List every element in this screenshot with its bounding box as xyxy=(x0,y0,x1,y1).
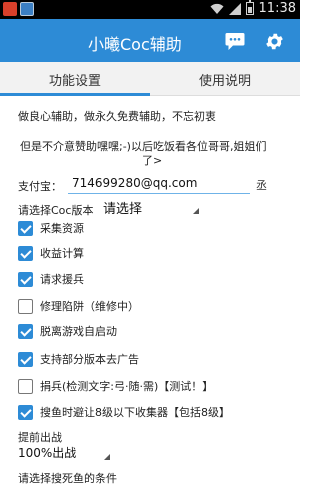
signal-icon xyxy=(228,2,241,15)
settings-panel: 做良心辅助，做永久免费辅助，不忘初衷 但是不介意赞助嘿嘿;-)以后吃饭看各位哥哥… xyxy=(0,96,300,499)
app-icon-blue xyxy=(20,2,34,16)
checkbox[interactable] xyxy=(18,245,33,261)
option-request-troops[interactable]: 请求援兵 xyxy=(18,267,84,291)
intro-line-3: 了> xyxy=(142,154,163,167)
checkbox[interactable] xyxy=(18,298,33,314)
action-bar: 小曦Coc辅助 xyxy=(0,19,300,62)
option-label: 采集资源 xyxy=(40,222,84,235)
checkbox[interactable] xyxy=(18,404,33,420)
option-label: 搜鱼时避让8级以下收集器【包括8级】 xyxy=(40,406,230,419)
checkbox[interactable] xyxy=(18,220,33,236)
option-collect-resources[interactable]: 采集资源 xyxy=(18,216,84,240)
tab-function-settings[interactable]: 功能设置 xyxy=(0,62,150,96)
early-exit-selected: 100%出战 xyxy=(18,446,77,460)
option-label: 请求援兵 xyxy=(40,273,84,286)
chat-button[interactable] xyxy=(220,26,250,56)
alipay-field[interactable] xyxy=(68,172,250,194)
alipay-label: 支付宝： xyxy=(18,180,62,193)
option-label: 修理陷阱（维修中） xyxy=(40,300,139,313)
settings-button[interactable] xyxy=(259,26,289,56)
dropdown-arrow-icon xyxy=(193,208,199,214)
app-title: 小曦Coc辅助 xyxy=(88,35,182,54)
gear-icon xyxy=(265,33,283,49)
tab-bar: 功能设置 使用说明 xyxy=(0,62,300,96)
condition-label: 请选择搜死鱼的条件 xyxy=(18,472,117,485)
intro-line-1: 做良心辅助，做永久免费辅助，不忘初衷 xyxy=(18,110,216,123)
option-label: 支持部分版本去广告 xyxy=(40,353,139,366)
checkbox[interactable] xyxy=(18,323,33,339)
tab-instructions[interactable]: 使用说明 xyxy=(150,62,300,96)
version-selected: 请选择 xyxy=(103,202,143,217)
checkbox[interactable] xyxy=(18,351,33,367)
checkbox[interactable] xyxy=(18,378,33,394)
option-remove-ads[interactable]: 支持部分版本去广告 xyxy=(18,347,139,371)
option-label: 脱离游戏自启动 xyxy=(40,325,117,338)
option-repair-traps[interactable]: 修理陷阱（维修中） xyxy=(18,294,139,318)
early-exit-label: 提前出战 xyxy=(18,431,62,444)
option-profit-calc[interactable]: 收益计算 xyxy=(18,241,84,265)
option-auto-restart[interactable]: 脱离游戏自启动 xyxy=(18,319,117,343)
status-bar: 11:38 xyxy=(0,0,300,19)
early-exit-dropdown[interactable]: 100%出战 xyxy=(18,444,110,462)
option-avoid-collectors[interactable]: 搜鱼时避让8级以下收集器【包括8级】 xyxy=(18,400,230,424)
clock: 11:38 xyxy=(258,1,296,16)
option-label: 捐兵(检测文字:弓·随·需)【测试！】 xyxy=(40,380,214,393)
wifi-icon xyxy=(210,3,224,14)
option-donate-troops[interactable]: 捐兵(检测文字:弓·随·需)【测试！】 xyxy=(18,374,213,398)
checkbox[interactable] xyxy=(18,271,33,287)
app-icon-red xyxy=(3,2,17,16)
dropdown-arrow-icon xyxy=(104,454,110,460)
option-label: 收益计算 xyxy=(40,247,84,260)
version-dropdown[interactable]: 请选择 xyxy=(103,198,199,217)
alipay-copy-button[interactable]: 丞 xyxy=(256,177,267,193)
battery-icon xyxy=(245,0,254,15)
chat-icon xyxy=(225,32,245,50)
